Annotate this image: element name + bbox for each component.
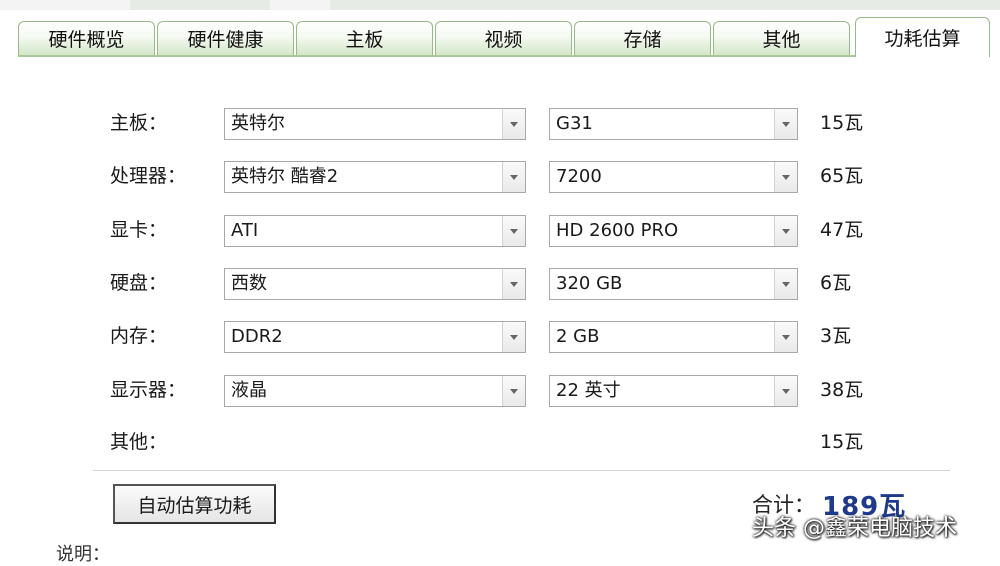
monitor-watts: 38瓦 (820, 379, 864, 401)
memory-watts: 3瓦 (820, 325, 852, 347)
memory-type-select[interactable]: DDR2 (224, 321, 526, 353)
hard-disk-size-value: 320 GB (556, 273, 623, 294)
tab-video[interactable]: 视频 (435, 21, 572, 55)
row-label-graphics: 显卡： (110, 219, 168, 241)
motherboard-watts: 15瓦 (820, 112, 864, 134)
tab-hardware-overview[interactable]: 硬件概览 (18, 21, 155, 55)
cpu-model-select[interactable]: 7200 (549, 161, 798, 193)
graphics-watts: 47瓦 (820, 219, 864, 241)
tab-hardware-health[interactable]: 硬件健康 (157, 21, 294, 55)
graphics-brand-select[interactable]: ATI (224, 215, 526, 247)
window-top-strip (0, 0, 1000, 10)
monitor-size-value: 22 英寸 (556, 380, 621, 401)
tab-bar: 硬件概览 硬件健康 主板 视频 存储 其他 功耗估算 (0, 17, 1000, 57)
watermark: 头条 @鑫荣电脑技术 (752, 516, 957, 541)
memory-size-value: 2 GB (556, 326, 600, 347)
hard-disk-brand-value: 西数 (231, 273, 267, 294)
tab-other[interactable]: 其他 (713, 21, 850, 55)
hard-disk-size-select[interactable]: 320 GB (549, 268, 798, 300)
chevron-down-icon[interactable] (774, 216, 797, 246)
memory-type-value: DDR2 (231, 326, 283, 347)
monitor-size-select[interactable]: 22 英寸 (549, 375, 798, 407)
chevron-down-icon[interactable] (502, 162, 525, 192)
hard-disk-watts: 6瓦 (820, 272, 852, 294)
tab-bar-baseline (18, 55, 990, 57)
note-label: 说明： (56, 544, 110, 565)
top-strip-segment (330, 0, 1000, 10)
chevron-down-icon[interactable] (502, 376, 525, 406)
chevron-down-icon[interactable] (502, 216, 525, 246)
chevron-down-icon[interactable] (774, 269, 797, 299)
chevron-down-icon[interactable] (774, 322, 797, 352)
graphics-model-value: HD 2600 PRO (556, 220, 679, 241)
row-label-cpu: 处理器： (110, 165, 187, 187)
tab-power-estimate[interactable]: 功耗估算 (855, 17, 990, 57)
hard-disk-brand-select[interactable]: 西数 (224, 268, 526, 300)
row-label-other: 其他： (110, 431, 168, 453)
motherboard-brand-value: 英特尔 (231, 113, 285, 134)
memory-size-select[interactable]: 2 GB (549, 321, 798, 353)
divider (93, 470, 950, 471)
cpu-model-value: 7200 (556, 166, 602, 187)
chevron-down-icon[interactable] (502, 269, 525, 299)
chevron-down-icon[interactable] (774, 109, 797, 139)
tab-motherboard[interactable]: 主板 (296, 21, 433, 55)
chevron-down-icon[interactable] (502, 322, 525, 352)
auto-estimate-power-button[interactable]: 自动估算功耗 (113, 484, 276, 524)
cpu-watts: 65瓦 (820, 165, 864, 187)
cpu-brand-select[interactable]: 英特尔 酷睿2 (224, 161, 526, 193)
chevron-down-icon[interactable] (774, 162, 797, 192)
graphics-model-select[interactable]: HD 2600 PRO (549, 215, 798, 247)
row-label-hard-disk: 硬盘： (110, 272, 168, 294)
graphics-brand-value: ATI (231, 220, 259, 241)
monitor-type-value: 液晶 (231, 380, 267, 401)
chevron-down-icon[interactable] (774, 376, 797, 406)
motherboard-model-select[interactable]: G31 (549, 108, 798, 140)
tab-storage[interactable]: 存储 (574, 21, 711, 55)
top-strip-segment (130, 0, 270, 10)
cpu-brand-value: 英特尔 酷睿2 (231, 166, 339, 187)
other-watts: 15瓦 (820, 431, 864, 453)
row-label-monitor: 显示器： (110, 379, 187, 401)
motherboard-brand-select[interactable]: 英特尔 (224, 108, 526, 140)
row-label-motherboard: 主板： (110, 112, 168, 134)
chevron-down-icon[interactable] (502, 109, 525, 139)
monitor-type-select[interactable]: 液晶 (224, 375, 526, 407)
motherboard-model-value: G31 (556, 113, 593, 134)
row-label-memory: 内存： (110, 325, 168, 347)
